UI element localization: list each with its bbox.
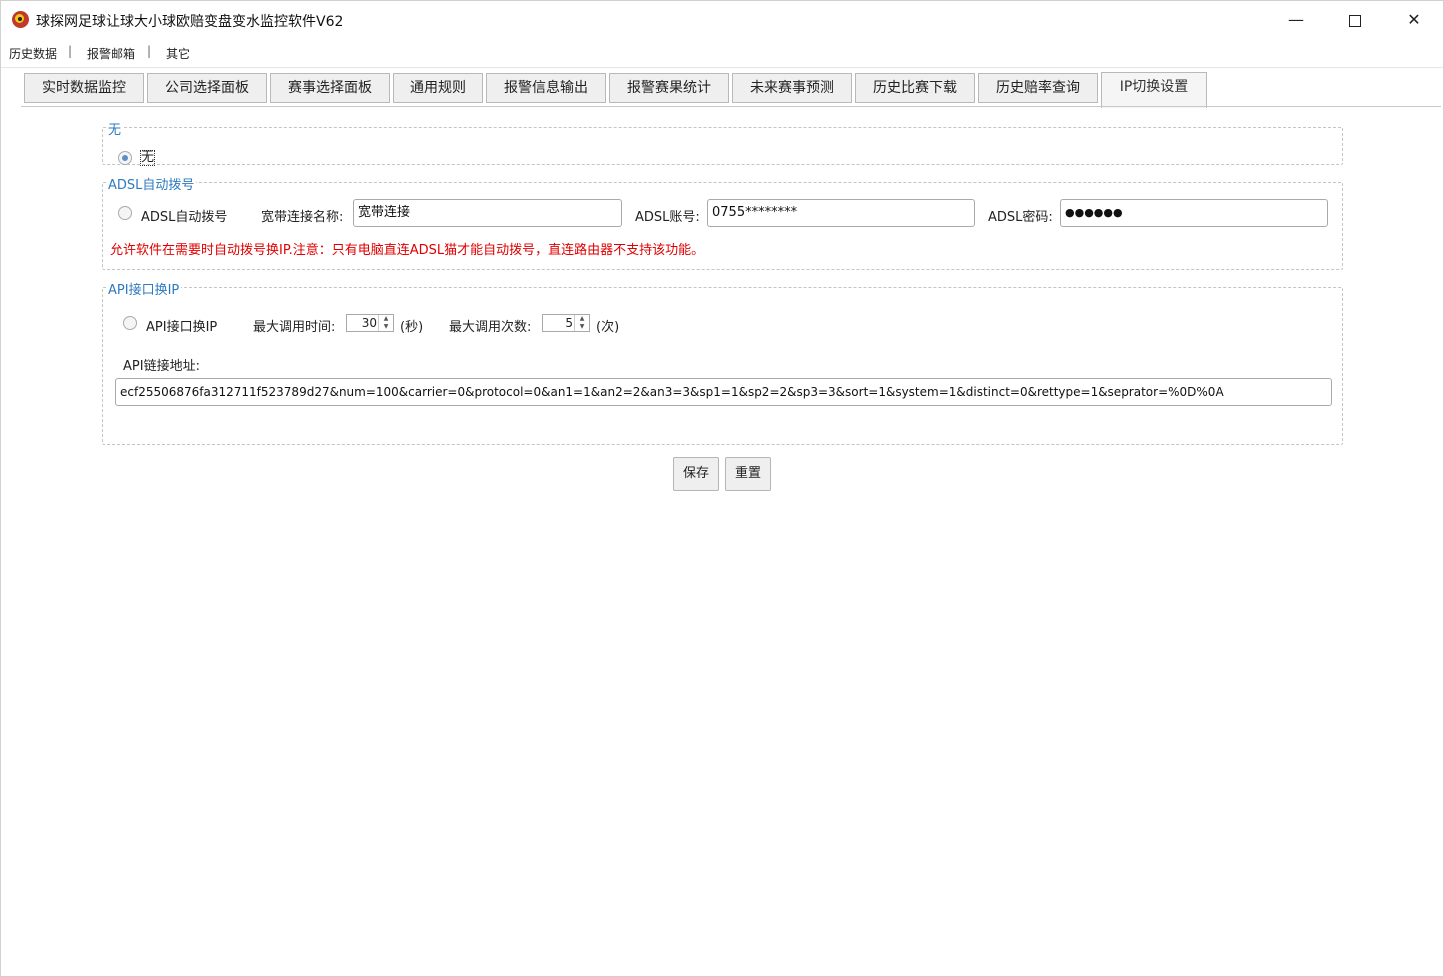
max-time-label: 最大调用时间: [253, 320, 336, 335]
max-time-stepper[interactable]: 30 ▲ ▼ [346, 314, 394, 332]
conn-name-input[interactable]: 宽带连接 [353, 199, 622, 227]
adsl-account-input[interactable]: 0755******** [707, 199, 975, 227]
app-window: 球探网足球让球大小球欧赔变盘变水监控软件V62 — ✕ 历史数据 | 报警邮箱 … [0, 0, 1444, 977]
none-radio-label: 无 [140, 150, 156, 166]
menu-bar: 历史数据 | 报警邮箱 | 其它 [1, 41, 1443, 65]
tab-history-odds[interactable]: 历史赔率查询 [978, 73, 1098, 103]
close-button[interactable]: ✕ [1385, 1, 1443, 39]
none-group [102, 127, 1343, 165]
tab-realtime-monitor[interactable]: 实时数据监控 [24, 73, 144, 103]
api-radio-label: API接口换IP [146, 320, 218, 335]
save-button[interactable]: 保存 [673, 457, 719, 491]
tab-strip: 实时数据监控 公司选择面板 赛事选择面板 通用规则 报警信息输出 报警赛果统计 … [1, 69, 1443, 108]
tab-general-rules[interactable]: 通用规则 [393, 73, 483, 103]
max-time-spin-buttons[interactable]: ▲ ▼ [378, 315, 393, 331]
menu-alert-email[interactable]: 报警邮箱 [87, 45, 135, 62]
title-bar[interactable]: 球探网足球让球大小球欧赔变盘变水监控软件V62 — ✕ [1, 1, 1443, 39]
menu-divider [1, 67, 1443, 68]
tab-future-prediction[interactable]: 未来赛事预测 [732, 73, 852, 103]
none-group-legend: 无 [106, 119, 124, 138]
adsl-password-input[interactable]: ●●●●●● [1060, 199, 1328, 227]
max-count-value: 5 [565, 316, 573, 330]
minimize-button[interactable]: — [1267, 1, 1325, 39]
close-icon: ✕ [1407, 10, 1421, 29]
maximize-icon [1349, 14, 1361, 27]
tab-alert-stats[interactable]: 报警赛果统计 [609, 73, 729, 103]
tab-ip-switch[interactable]: IP切换设置 [1101, 72, 1207, 108]
reset-button[interactable]: 重置 [725, 457, 771, 491]
spin-up-icon[interactable]: ▲ [575, 315, 589, 323]
spin-up-icon[interactable]: ▲ [379, 315, 393, 323]
tab-alert-output[interactable]: 报警信息输出 [486, 73, 606, 103]
adsl-account-label: ADSL账号: [635, 210, 700, 225]
adsl-radio-label: ADSL自动拨号 [141, 210, 228, 225]
tab-event-panel[interactable]: 赛事选择面板 [270, 73, 390, 103]
max-time-unit: (秒) [400, 320, 424, 335]
menu-history-data[interactable]: 历史数据 [9, 45, 57, 62]
conn-name-label: 宽带连接名称: [261, 210, 344, 225]
spin-down-icon[interactable]: ▼ [379, 323, 393, 331]
max-count-stepper[interactable]: 5 ▲ ▼ [542, 314, 590, 332]
menu-separator: | [147, 44, 152, 58]
maximize-button[interactable] [1326, 1, 1384, 39]
adsl-password-label: ADSL密码: [988, 210, 1053, 225]
adsl-radio[interactable] [118, 206, 132, 220]
api-url-label: API链接地址: [123, 359, 200, 374]
none-radio[interactable] [118, 151, 132, 165]
api-group-legend: API接口换IP [106, 279, 182, 298]
tab-divider [21, 106, 1441, 107]
api-url-input[interactable]: ecf25506876fa312711f523789d27&num=100&ca… [115, 378, 1332, 406]
max-time-value: 30 [361, 316, 377, 330]
max-count-spin-buttons[interactable]: ▲ ▼ [574, 315, 589, 331]
app-logo-icon [12, 11, 29, 28]
spin-down-icon[interactable]: ▼ [575, 323, 589, 331]
tab-history-download[interactable]: 历史比赛下载 [855, 73, 975, 103]
adsl-group-legend: ADSL自动拨号 [106, 174, 197, 193]
adsl-warning-text: 允许软件在需要时自动拨号换IP.注意：只有电脑直连ADSL猫才能自动拨号，直连路… [110, 243, 705, 258]
max-count-unit: (次) [596, 320, 620, 335]
window-title: 球探网足球让球大小球欧赔变盘变水监控软件V62 [36, 14, 344, 30]
minimize-icon: — [1288, 10, 1304, 29]
api-radio[interactable] [123, 316, 137, 330]
max-count-label: 最大调用次数: [449, 320, 532, 335]
api-group [102, 287, 1343, 445]
tab-company-panel[interactable]: 公司选择面板 [147, 73, 267, 103]
menu-other[interactable]: 其它 [166, 45, 190, 62]
menu-separator: | [68, 44, 73, 58]
